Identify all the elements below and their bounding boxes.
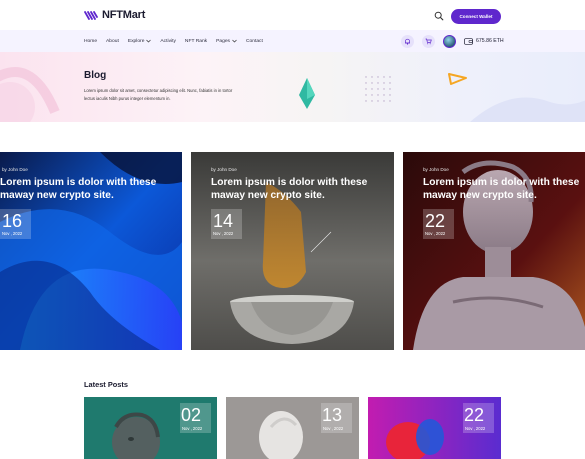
nav-item-home[interactable]: Home <box>84 39 97 44</box>
wallet-balance[interactable]: 675.86 ETH <box>464 37 504 45</box>
nav-label: Activity <box>160 38 176 44</box>
nav-label: Pages <box>216 38 230 44</box>
nav-item-activity[interactable]: Activity <box>160 39 176 44</box>
nav-label: NFT Rank <box>184 38 208 44</box>
page-title: Blog <box>84 70 107 81</box>
balance-text: 675.86 ETH <box>476 38 504 44</box>
date-month: Nov , 2022 <box>182 426 203 431</box>
navbar: Home About Explore Activity NFT Rank Pag… <box>0 30 585 52</box>
latest-post-card[interactable]: 22 Nov , 2022 <box>368 397 501 459</box>
date-month: Nov , 2022 <box>2 231 23 236</box>
post-date-badge: 14 Nov , 2022 <box>211 209 242 239</box>
nav-label: Home <box>84 38 98 44</box>
nav-item-contact[interactable]: Contact <box>246 39 263 44</box>
nav-item-about[interactable]: About <box>106 39 119 44</box>
notifications-button[interactable] <box>401 34 414 48</box>
chevron-down-icon <box>232 39 237 43</box>
latest-post-card[interactable]: 13 Nov , 2022 <box>226 397 359 459</box>
date-day: 22 <box>464 405 485 425</box>
nav-item-explore[interactable]: Explore <box>128 39 152 44</box>
nav-label: About <box>106 38 119 44</box>
latest-posts-heading: Latest Posts <box>84 380 128 389</box>
nav-label: Explore <box>127 38 145 44</box>
logo-text: NFTMart <box>102 9 146 21</box>
post-date-badge: 02 Nov , 2022 <box>180 403 211 433</box>
site-header: NFTMart Connect Wallet <box>0 0 585 30</box>
date-month: Nov , 2022 <box>213 231 234 236</box>
date-day: 16 <box>2 211 23 231</box>
nav-actions: 675.86 ETH <box>401 34 504 48</box>
post-author: by John Doe <box>423 167 449 172</box>
featured-post-card[interactable]: by John Doe Lorem ipsum is dolor with th… <box>191 152 394 350</box>
logo-icon <box>84 10 98 20</box>
nav-item-pages[interactable]: Pages <box>216 39 237 44</box>
date-day: 14 <box>213 211 234 231</box>
post-date-badge: 16 Nov , 2022 <box>0 209 31 239</box>
post-author: by John Doe <box>211 167 237 172</box>
featured-post-card[interactable]: by John Doe Lorem ipsum is dolor with th… <box>0 152 182 350</box>
post-date-badge: 22 Nov , 2022 <box>423 209 454 239</box>
logo[interactable]: NFTMart <box>84 9 145 21</box>
hero-description: Lorem ipsum dolor sit amet, consectetur … <box>84 88 233 101</box>
post-title[interactable]: Lorem ipsum is dolor with these maway ne… <box>211 177 391 202</box>
cart-button[interactable] <box>422 34 435 48</box>
main-nav: Home About Explore Activity NFT Rank Pag… <box>84 30 263 52</box>
nav-item-nft-rank[interactable]: NFT Rank <box>185 39 207 44</box>
post-date-badge: 13 Nov , 2022 <box>321 403 352 433</box>
nav-label: Contact <box>246 38 263 44</box>
post-date-badge: 22 Nov , 2022 <box>463 403 494 433</box>
post-author: by John Doe <box>2 167 28 172</box>
search-icon[interactable] <box>434 11 444 21</box>
cart-icon <box>425 38 432 44</box>
chevron-down-icon <box>146 39 152 43</box>
page-hero: Blog Lorem ipsum dolor sit amet, consect… <box>0 52 585 122</box>
date-month: Nov , 2022 <box>425 231 446 236</box>
date-month: Nov , 2022 <box>323 426 344 431</box>
post-title[interactable]: Lorem ipsum is dolor with these maway ne… <box>0 177 180 202</box>
date-day: 02 <box>181 405 202 425</box>
bell-icon <box>405 38 410 45</box>
latest-post-card[interactable]: 02 Nov , 2022 <box>84 397 217 459</box>
avatar[interactable] <box>443 34 456 48</box>
date-month: Nov , 2022 <box>465 426 486 431</box>
connect-wallet-button[interactable]: Connect Wallet <box>451 9 501 24</box>
date-day: 22 <box>425 211 446 231</box>
post-title[interactable]: Lorem ipsum is dolor with these maway ne… <box>423 177 585 202</box>
date-day: 13 <box>322 405 343 425</box>
wallet-icon <box>464 37 473 45</box>
featured-post-card[interactable]: by John Doe Lorem ipsum is dolor with th… <box>403 152 585 350</box>
